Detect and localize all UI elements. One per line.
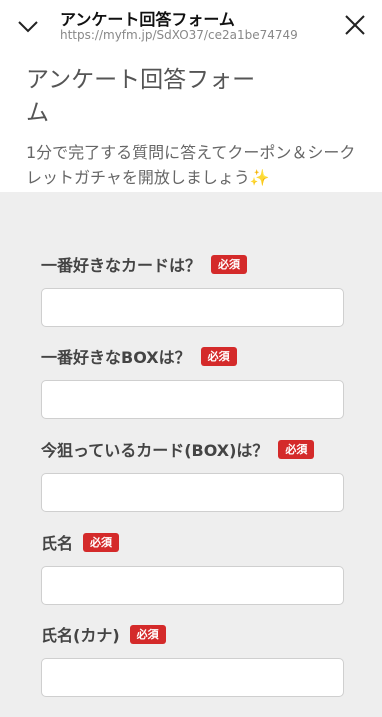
required-badge: 必須: [278, 439, 315, 459]
required-badge: 必須: [129, 624, 166, 644]
page-title: アンケート回答フォーム: [26, 67, 256, 126]
field-target-card: 今狙っているカード(BOX)は？ 必須: [41, 437, 344, 512]
chevron-down-icon[interactable]: [14, 12, 42, 40]
field-label: 氏名(カナ): [41, 626, 120, 645]
name-input[interactable]: [41, 566, 344, 605]
form-description: 1分で完了する質問に答えてクーポン＆シークレットガチャを開放しましょう✨: [26, 143, 356, 187]
close-icon[interactable]: [342, 12, 368, 38]
field-label: 今狙っているカード(BOX)は？: [41, 441, 269, 460]
form-body: 一番好きなカードは？ 必須 一番好きなBOXは？ 必須 今狙っているカード(BO…: [0, 192, 382, 717]
required-badge: 必須: [211, 254, 248, 274]
form-header: アンケート回答フォーム 1分で完了する質問に答えてクーポン＆シークレットガチャを…: [0, 52, 382, 192]
name-kana-input[interactable]: [41, 658, 344, 697]
field-label: 一番好きなカードは？: [41, 256, 202, 275]
target-card-input[interactable]: [41, 473, 344, 512]
field-label: 氏名: [41, 534, 74, 553]
top-bar: アンケート回答フォーム https://myfm.jp/SdXO37/ce2a1…: [0, 0, 382, 52]
field-favorite-box: 一番好きなBOXは？ 必須: [41, 344, 344, 419]
window-title: アンケート回答フォーム: [60, 10, 235, 29]
required-badge: 必須: [83, 532, 120, 552]
favorite-card-input[interactable]: [41, 288, 344, 327]
page-url: https://myfm.jp/SdXO37/ce2a1be74749: [60, 28, 298, 42]
field-favorite-card: 一番好きなカードは？ 必須: [41, 252, 344, 327]
field-name: 氏名 必須: [41, 530, 344, 605]
required-badge: 必須: [200, 346, 237, 366]
field-name-kana: 氏名(カナ) 必須: [41, 622, 344, 697]
field-label: 一番好きなBOXは？: [41, 348, 191, 367]
favorite-box-input[interactable]: [41, 380, 344, 419]
